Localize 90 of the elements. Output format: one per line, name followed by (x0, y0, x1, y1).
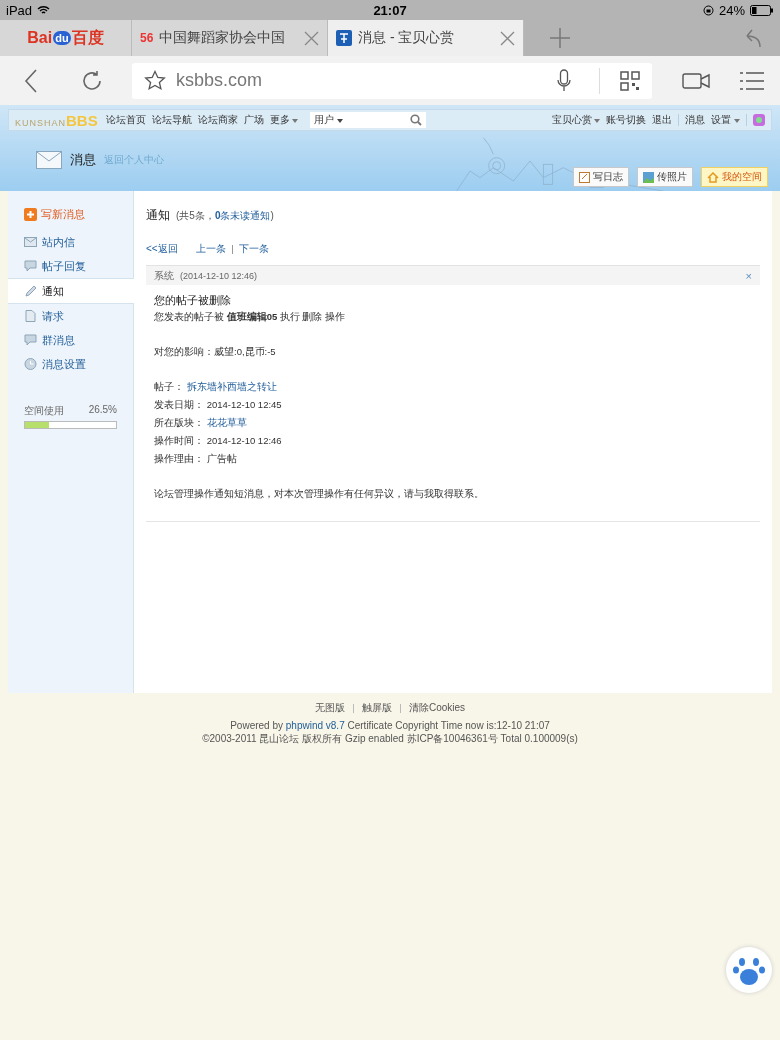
address-bar[interactable]: ksbbs.com (132, 62, 652, 99)
more-menu[interactable]: 更多 (269, 113, 299, 127)
nav-link[interactable]: 论坛导航 (151, 113, 192, 127)
back-icon[interactable] (24, 68, 38, 93)
unread-link[interactable]: 0条未读通知 (214, 209, 271, 223)
color-theme-icon[interactable] (753, 114, 765, 126)
footer-link[interactable]: 无图版 (314, 701, 345, 715)
baidu-tab[interactable]: Bai du 百度 (0, 20, 132, 56)
sidebar-item[interactable]: 群消息 (8, 328, 133, 352)
speech-bubble-icon (24, 334, 37, 346)
nav-link[interactable]: 账号切换 (606, 113, 647, 127)
sidebar-item[interactable]: 请求 (8, 304, 133, 328)
close-icon[interactable] (304, 30, 319, 46)
next-link[interactable]: 下一条 (238, 242, 269, 256)
field-label: 所在版块： (154, 417, 204, 428)
document-icon (24, 310, 37, 322)
battery-icon (750, 4, 774, 16)
message-time: (2014-12-10 12:46) (180, 270, 258, 281)
star-icon[interactable] (144, 69, 166, 92)
microphone-icon[interactable] (557, 68, 571, 93)
envelope-icon (24, 236, 37, 248)
field-link[interactable]: 拆东墙补西墙之转让 (186, 381, 277, 392)
field-value: 2014-12-10 12:45 (206, 399, 282, 410)
close-icon[interactable] (500, 30, 515, 46)
space-usage-label: 空间使用 (24, 404, 64, 418)
field-label: 发表日期： (154, 399, 204, 410)
footer-link[interactable]: 清除Cookies (408, 701, 466, 715)
image-icon (643, 171, 654, 183)
message-text: 您发表的帖子被 值班编辑05 执行 删除 操作 (154, 311, 347, 324)
envelope-icon (36, 151, 62, 169)
home-icon (707, 171, 719, 183)
caret-icon (292, 118, 299, 123)
reload-icon[interactable] (80, 68, 104, 93)
notice-count-end: ) (270, 210, 274, 221)
phpwind-link[interactable]: phpwind v8.7 (285, 720, 345, 731)
sidebar-item[interactable]: 站内信 (8, 230, 133, 254)
notice-text: 论坛管理操作通知短消息，对本次管理操作有任何异议，请与我取得联系。 (154, 488, 485, 501)
sidebar-item[interactable]: 通知 (8, 278, 134, 304)
battery-percent: 24% (718, 2, 745, 18)
nav-link[interactable]: 退出 (652, 113, 673, 127)
plus-icon (24, 208, 37, 221)
nav-link[interactable]: 论坛首页 (105, 113, 146, 127)
powered-text: Certificate Copyright Time now is:12-10 21:07 (347, 720, 550, 731)
header-button[interactable]: 传照片 (637, 167, 693, 187)
site-icon (336, 30, 352, 46)
field-value: 2014-12-10 12:46 (206, 435, 282, 446)
dropdown-menu[interactable]: 宝贝心赏 (551, 113, 601, 127)
field-label: 操作时间： (154, 435, 204, 446)
browser-tab[interactable]: 56 中国舞蹈家协会中国 (132, 20, 328, 56)
field-label: 操作理由： (154, 453, 204, 464)
search-icon[interactable] (410, 114, 423, 126)
caret-icon (336, 118, 343, 123)
nav-link[interactable]: 广场 (243, 113, 264, 127)
field-link[interactable]: 花花草草 (206, 417, 247, 428)
message-title: 您的帖子被删除 (154, 293, 232, 308)
pencil-icon (24, 285, 37, 297)
video-camera-icon[interactable] (682, 71, 710, 90)
baidu-paw-button[interactable] (726, 947, 772, 993)
footer-link[interactable]: 触屏版 (361, 701, 392, 715)
nav-link[interactable]: 消息 (685, 113, 706, 127)
powered-text: Powered by (230, 720, 283, 731)
search-field[interactable]: 用户 (310, 112, 427, 128)
compose-button[interactable]: 写新消息 (8, 207, 133, 222)
device-name: iPad (6, 2, 33, 18)
qr-code-icon[interactable] (620, 70, 640, 91)
field-label: 帖子： (154, 381, 184, 392)
edit-icon (579, 171, 590, 183)
menu-icon[interactable] (740, 70, 764, 91)
dropdown-menu[interactable]: 设置 (711, 113, 740, 127)
copyright-text: ©2003-2011 昆山论坛 版权所有 Gzip enabled 苏ICP备10046361号 Total 0.100009(s) (201, 732, 579, 745)
nav-link[interactable]: 论坛商家 (197, 113, 238, 127)
message-sender: 系统 (154, 268, 174, 283)
sidebar-item[interactable]: 消息设置 (8, 352, 133, 376)
header-button[interactable]: 写日志 (573, 167, 629, 187)
orientation-lock-icon (702, 4, 714, 16)
wifi-icon (37, 5, 51, 15)
back-link[interactable]: <<返回 (146, 242, 178, 256)
browser-tab[interactable]: 消息 - 宝贝心赏 (328, 20, 524, 56)
page-title: 消息 (70, 151, 96, 169)
space-usage-reading: 26.5% (88, 404, 117, 417)
sidebar-item[interactable]: 帖子回复 (8, 254, 133, 278)
field-value: 广告帖 (206, 453, 237, 464)
clock: 21:07 (373, 2, 407, 18)
previous-link[interactable]: 上一条 (195, 242, 226, 256)
clock-icon (24, 358, 37, 370)
section-heading: 通知 (146, 207, 170, 224)
header-button[interactable]: 我的空间 (701, 167, 768, 187)
notice-count: (共5条， (176, 209, 215, 223)
speech-bubble-icon (24, 260, 37, 272)
impact-text: 对您的影响：威望:0,昆币:-5 (154, 346, 277, 359)
